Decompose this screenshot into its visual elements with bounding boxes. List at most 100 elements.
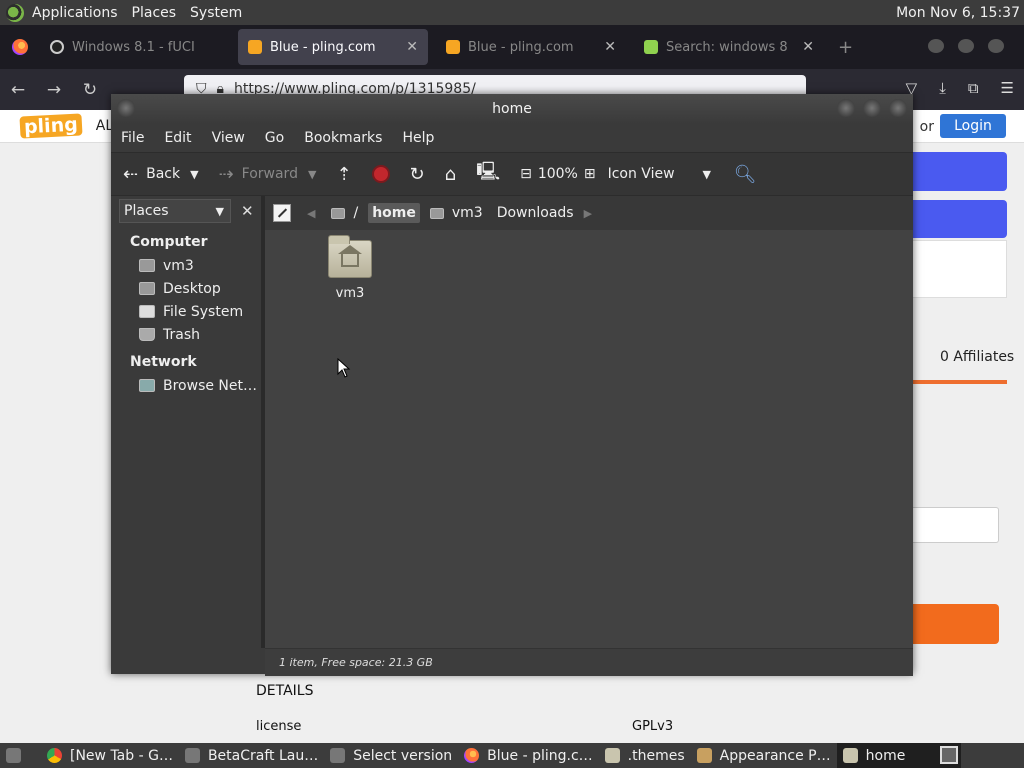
back-arrow-icon[interactable]: ←	[0, 80, 36, 100]
tab-underline	[912, 380, 1007, 384]
menu-file[interactable]: File	[111, 130, 154, 146]
sidebar-item-label: Browse Net…	[163, 377, 258, 394]
path-scroll-left-icon[interactable]: ◀	[307, 207, 315, 220]
maximize-icon[interactable]	[958, 39, 974, 53]
sidebar-type-select[interactable]: Places ▼	[119, 199, 231, 223]
edit-location-icon[interactable]	[273, 204, 291, 222]
breadcrumb-label: home	[372, 205, 416, 221]
close-sidebar-icon[interactable]: ✕	[241, 202, 254, 220]
sidebar-item-desktop[interactable]: Desktop	[111, 277, 261, 300]
zoom-out-button[interactable]: ⊟	[514, 166, 538, 182]
zoom-level: 100%	[537, 166, 578, 182]
file-grid[interactable]: vm3	[265, 230, 913, 620]
taskbar-item[interactable]: .themes	[599, 743, 691, 768]
clock[interactable]: Mon Nov 6, 15:37	[896, 5, 1020, 21]
zoom-in-button[interactable]: ⊞	[578, 166, 602, 182]
desktop-icon	[6, 748, 21, 763]
menu-bookmarks[interactable]: Bookmarks	[294, 130, 392, 146]
computer-button[interactable]: 🖳	[470, 159, 514, 189]
secondary-action-button[interactable]	[912, 200, 1007, 238]
taskbar-item[interactable]: Select version	[324, 743, 458, 768]
new-tab-icon[interactable]: +	[838, 37, 853, 58]
hamburger-menu-icon[interactable]: ☰	[1001, 79, 1014, 97]
taskbar-item[interactable]: Appearance P…	[691, 743, 837, 768]
window-menu-icon[interactable]	[117, 99, 135, 117]
close-tab-icon[interactable]: ✕	[406, 39, 418, 55]
reload-icon[interactable]: ↻	[72, 80, 108, 100]
firefox-menu-icon[interactable]	[0, 39, 40, 55]
browser-tab-active[interactable]: Blue - pling.com ✕	[238, 29, 428, 65]
breadcrumb-root[interactable]: /	[327, 203, 362, 223]
system-menu[interactable]: System	[190, 5, 242, 21]
breadcrumb-vm3[interactable]: vm3	[426, 203, 487, 223]
menu-edit[interactable]: Edit	[154, 130, 201, 146]
donate-button[interactable]	[912, 604, 999, 644]
path-scroll-right-icon[interactable]: ▶	[584, 207, 592, 220]
back-label: Back	[146, 166, 181, 182]
stop-button[interactable]	[366, 165, 396, 183]
close-tab-icon[interactable]: ✕	[802, 39, 814, 55]
content-pane[interactable]: ◀ / home vm3 Downloads ▶ vm3	[265, 196, 913, 648]
menu-view[interactable]: View	[202, 130, 255, 146]
extensions-icon[interactable]: ⧉	[968, 79, 979, 97]
places-menu[interactable]: Places	[132, 5, 177, 21]
download-icon[interactable]: ⤓	[939, 79, 946, 97]
firefox-icon	[464, 748, 480, 763]
sidebar-item-vm3[interactable]: vm3	[111, 254, 261, 277]
forward-label: Forward	[241, 166, 298, 182]
breadcrumb-home[interactable]: home	[368, 203, 420, 223]
taskbar-item-label: Blue - pling.c…	[487, 747, 593, 764]
taskbar-item[interactable]: BetaCraft Lau…	[179, 743, 324, 768]
close-tab-icon[interactable]: ✕	[604, 39, 616, 55]
back-history-dropdown-icon[interactable]: ▼	[190, 168, 198, 181]
applications-menu[interactable]: Applications	[32, 5, 118, 21]
browser-tab[interactable]: Windows 8.1 - fUCI	[40, 29, 230, 65]
login-button[interactable]: Login	[940, 114, 1006, 138]
menu-go[interactable]: Go	[255, 130, 294, 146]
breadcrumb-downloads[interactable]: Downloads	[493, 203, 578, 223]
workspace-switcher[interactable]	[940, 746, 958, 764]
view-mode-select[interactable]: Icon View ▼	[602, 166, 722, 182]
status-bar: 1 item, Free space: 21.3 GB	[265, 648, 913, 676]
sidebar-item-trash[interactable]: Trash	[111, 323, 261, 346]
comment-input[interactable]	[912, 507, 999, 543]
reload-button[interactable]: ↻	[404, 164, 439, 185]
browser-tab[interactable]: Blue - pling.com ✕	[436, 29, 626, 65]
taskbar-item-label: Select version	[353, 747, 453, 764]
sidebar-item-file-system[interactable]: File System	[111, 300, 261, 323]
computer-icon: 🖳	[476, 161, 501, 182]
minimize-icon[interactable]	[928, 39, 944, 53]
distro-logo-icon[interactable]	[6, 3, 24, 22]
taskbar-item[interactable]: Blue - pling.c…	[458, 743, 599, 768]
minimize-icon[interactable]	[837, 99, 855, 117]
browser-tab[interactable]: Search: windows 8 ✕	[634, 29, 824, 65]
back-arrow-icon: ⇠	[123, 163, 139, 185]
home-folder-icon	[328, 235, 372, 278]
taskbar-item[interactable]: [New Tab - G…	[41, 743, 179, 768]
show-desktop-button[interactable]	[0, 743, 41, 768]
menu-help[interactable]: Help	[392, 130, 444, 146]
chevron-down-icon: ▼	[215, 204, 224, 218]
home-button[interactable]: ⌂	[439, 164, 470, 185]
maximize-icon[interactable]	[863, 99, 881, 117]
back-button[interactable]: ⇠ Back ▼	[117, 164, 205, 185]
stop-icon	[371, 165, 390, 183]
up-button[interactable]: ⇡	[330, 164, 365, 185]
trash-icon	[139, 328, 155, 341]
window-titlebar[interactable]: home	[111, 94, 913, 124]
sidebar-item-browse-network[interactable]: Browse Net…	[111, 374, 261, 397]
file-manager-body: Places ▼ ✕ Computer vm3 Desktop File Sys…	[111, 196, 913, 676]
close-icon[interactable]	[889, 99, 907, 117]
file-item[interactable]: vm3	[317, 235, 383, 301]
desktop-folder-icon	[139, 282, 155, 295]
forward-button[interactable]: ⇢ Forward ▼	[213, 164, 323, 185]
search-button[interactable]: 🔍︎	[728, 164, 771, 185]
menu-bar: File Edit View Go Bookmarks Help	[111, 124, 913, 152]
close-window-icon[interactable]	[988, 39, 1004, 53]
primary-action-button[interactable]	[912, 152, 1007, 191]
pling-logo[interactable]: pling	[19, 113, 83, 139]
sidebar-item-label: vm3	[163, 257, 194, 274]
toolbar: ⇠ Back ▼ ⇢ Forward ▼ ⇡ ↻ ⌂ 🖳 ⊟ 100% ⊞ Ic…	[111, 152, 913, 196]
forward-arrow-icon[interactable]: →	[36, 80, 72, 100]
forward-history-dropdown-icon[interactable]: ▼	[308, 168, 316, 181]
